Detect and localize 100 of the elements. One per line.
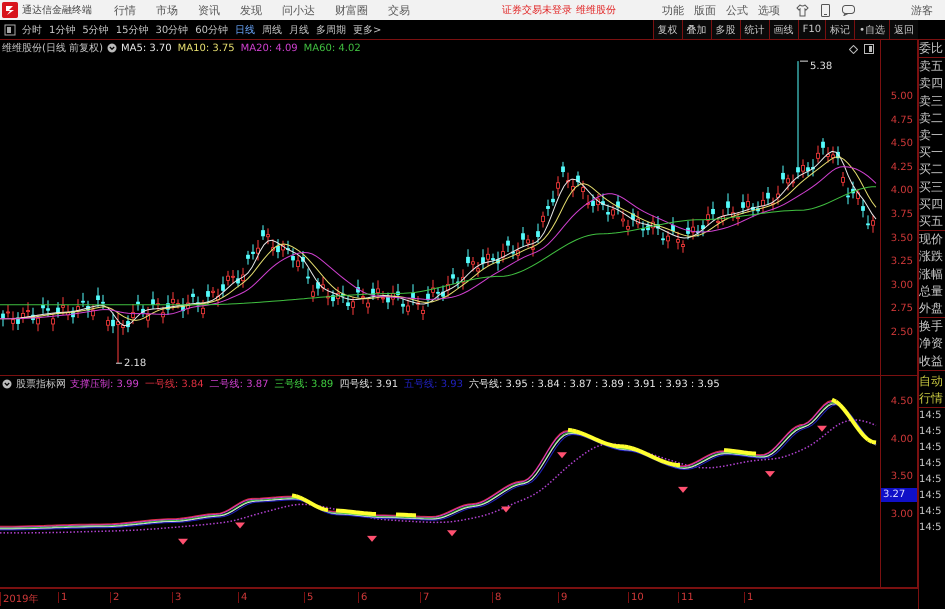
toolbar-button[interactable]: 画线 bbox=[768, 20, 798, 39]
trade-time: 14:5 bbox=[919, 504, 942, 519]
trade-time: 14:5 bbox=[919, 456, 942, 471]
toolbar-button[interactable]: 标记 bbox=[825, 20, 854, 39]
signal-marker-icon bbox=[678, 486, 688, 493]
toolbar-button[interactable]: •自选 bbox=[854, 20, 889, 39]
toolbar-button[interactable]: F10 bbox=[798, 20, 826, 39]
quote-label: 收益 bbox=[919, 352, 944, 370]
menu-item[interactable]: 功能 bbox=[662, 2, 684, 18]
quote-label: 换手 bbox=[919, 318, 944, 336]
trade-time: 14:5 bbox=[919, 520, 942, 535]
high-price-label: 5.38 bbox=[810, 61, 832, 72]
menu-item[interactable]: 发现 bbox=[240, 2, 262, 18]
shirt-icon[interactable] bbox=[796, 4, 809, 16]
indicator-value: 一号线: 3.84 bbox=[144, 378, 204, 391]
quote-label: 外盘 bbox=[919, 300, 944, 318]
quote-label: 现价 bbox=[919, 231, 944, 248]
moving-average-value: MA5: 3.70 bbox=[120, 42, 172, 54]
user-name[interactable]: 游客 bbox=[911, 2, 933, 18]
logo-icon bbox=[2, 2, 18, 18]
time-axis-label: 11 bbox=[678, 592, 694, 604]
period-tab[interactable]: 30分钟 bbox=[155, 22, 188, 36]
quote-label: 总量 bbox=[919, 282, 944, 300]
toolbar-button[interactable]: 多股 bbox=[710, 20, 740, 39]
indicator-value: 三号线: 3.89 bbox=[274, 378, 334, 391]
panel-toggle-icon[interactable] bbox=[4, 24, 16, 36]
trade-time: 14:5 bbox=[919, 408, 942, 423]
quote-label: 净资 bbox=[919, 335, 944, 352]
menu-item[interactable]: 版面 bbox=[694, 2, 716, 18]
diamond-icon[interactable] bbox=[849, 44, 858, 54]
quote-label: 卖四 bbox=[919, 75, 944, 92]
axis-label: 3.00 bbox=[890, 278, 914, 293]
menu-item[interactable]: 资讯 bbox=[198, 2, 220, 18]
moving-average-value: MA20: 4.09 bbox=[240, 42, 298, 54]
axis-label: 2.50 bbox=[890, 326, 914, 340]
menu-item[interactable]: 交易 bbox=[388, 2, 410, 18]
menu-item[interactable]: 问小达 bbox=[282, 2, 315, 18]
axis-label: 2.75 bbox=[890, 302, 914, 316]
chevron-circle-icon[interactable] bbox=[106, 43, 117, 53]
period-tab[interactable]: 1分钟 bbox=[49, 22, 76, 36]
menu-item[interactable]: 选项 bbox=[758, 2, 780, 18]
signal-marker-icon bbox=[235, 522, 245, 528]
moving-average-value: MA60: 4.02 bbox=[304, 42, 361, 54]
leader-line bbox=[800, 60, 808, 62]
time-axis-label: 8 bbox=[492, 592, 502, 604]
time-axis-label: 1 bbox=[744, 592, 754, 604]
period-tab[interactable]: 60分钟 bbox=[195, 22, 228, 36]
status-label: 自动 bbox=[919, 372, 944, 390]
axis-label: 3.75 bbox=[890, 208, 914, 222]
time-axis-label: 1 bbox=[58, 592, 68, 604]
axis-label: 4.00 bbox=[890, 184, 914, 198]
time-axis-label: 7 bbox=[420, 592, 430, 604]
menu-item[interactable]: 公式 bbox=[726, 2, 748, 18]
phone-icon[interactable] bbox=[821, 4, 830, 16]
quote-label: 买三 bbox=[919, 178, 944, 196]
leader-line bbox=[116, 362, 122, 364]
time-axis-label: 2019年 bbox=[0, 592, 38, 606]
period-tab[interactable]: 日线 bbox=[234, 22, 255, 36]
axis-label: 3.25 bbox=[890, 255, 914, 270]
indicator-value: 六号线: 3.95 : 3.84 : 3.87 : 3.89 : 3.91 : 3.93 : 3.95 bbox=[468, 378, 720, 391]
login-status-link[interactable]: 证券交易未登录 bbox=[502, 3, 572, 17]
period-tab[interactable]: 15分钟 bbox=[116, 22, 148, 36]
menu-item[interactable]: 市场 bbox=[156, 2, 178, 18]
signal-marker-icon bbox=[765, 471, 775, 478]
signal-marker-icon bbox=[817, 426, 827, 432]
time-axis-label: 6 bbox=[358, 592, 368, 604]
quote-label: 买一 bbox=[919, 144, 944, 162]
quote-label: 买五 bbox=[919, 213, 944, 230]
time-axis-label: 4 bbox=[238, 592, 248, 604]
axis-label: 4.75 bbox=[890, 114, 914, 128]
account-name-link[interactable]: 维维股份 bbox=[576, 3, 616, 17]
quote-label: 委比 bbox=[919, 40, 944, 57]
period-tab[interactable]: 5分钟 bbox=[82, 22, 109, 36]
period-tab[interactable]: 多周期 bbox=[316, 22, 346, 36]
axis-label: 3.00 bbox=[890, 508, 914, 522]
indicator-title: 股票指标网 bbox=[16, 378, 66, 391]
menu-item[interactable]: 行情 bbox=[114, 2, 136, 18]
toolbar-button[interactable]: 复权 bbox=[652, 20, 682, 39]
axis-label: 5.00 bbox=[890, 90, 914, 104]
axis-label: 3.50 bbox=[890, 232, 914, 246]
signal-marker-icon bbox=[178, 538, 188, 545]
message-icon[interactable] bbox=[842, 4, 855, 16]
chart-title: 维维股份(日线 前复权) bbox=[2, 42, 103, 55]
period-tab[interactable]: 周线 bbox=[262, 22, 282, 36]
chevron-circle-icon[interactable] bbox=[2, 379, 12, 389]
quote-label: 涨跌 bbox=[919, 248, 944, 266]
toolbar-button[interactable]: 叠加 bbox=[682, 20, 711, 39]
axis-label: 4.50 bbox=[890, 137, 914, 152]
menu-item[interactable]: 财富圈 bbox=[335, 2, 368, 18]
quote-label: 卖二 bbox=[919, 110, 944, 127]
indicator-value: 支撑压制: 3.99 bbox=[70, 378, 139, 391]
panel-icon[interactable] bbox=[864, 44, 874, 54]
trade-time: 14:5 bbox=[919, 488, 942, 503]
trade-time: 14:5 bbox=[919, 440, 942, 455]
toolbar-button[interactable]: 统计 bbox=[740, 20, 769, 39]
time-axis-label: 3 bbox=[172, 592, 182, 604]
toolbar-button[interactable]: 返回 bbox=[889, 20, 918, 39]
period-tab[interactable]: 更多> bbox=[352, 22, 382, 36]
period-tab[interactable]: 分时 bbox=[22, 22, 42, 36]
period-tab[interactable]: 月线 bbox=[288, 22, 309, 36]
